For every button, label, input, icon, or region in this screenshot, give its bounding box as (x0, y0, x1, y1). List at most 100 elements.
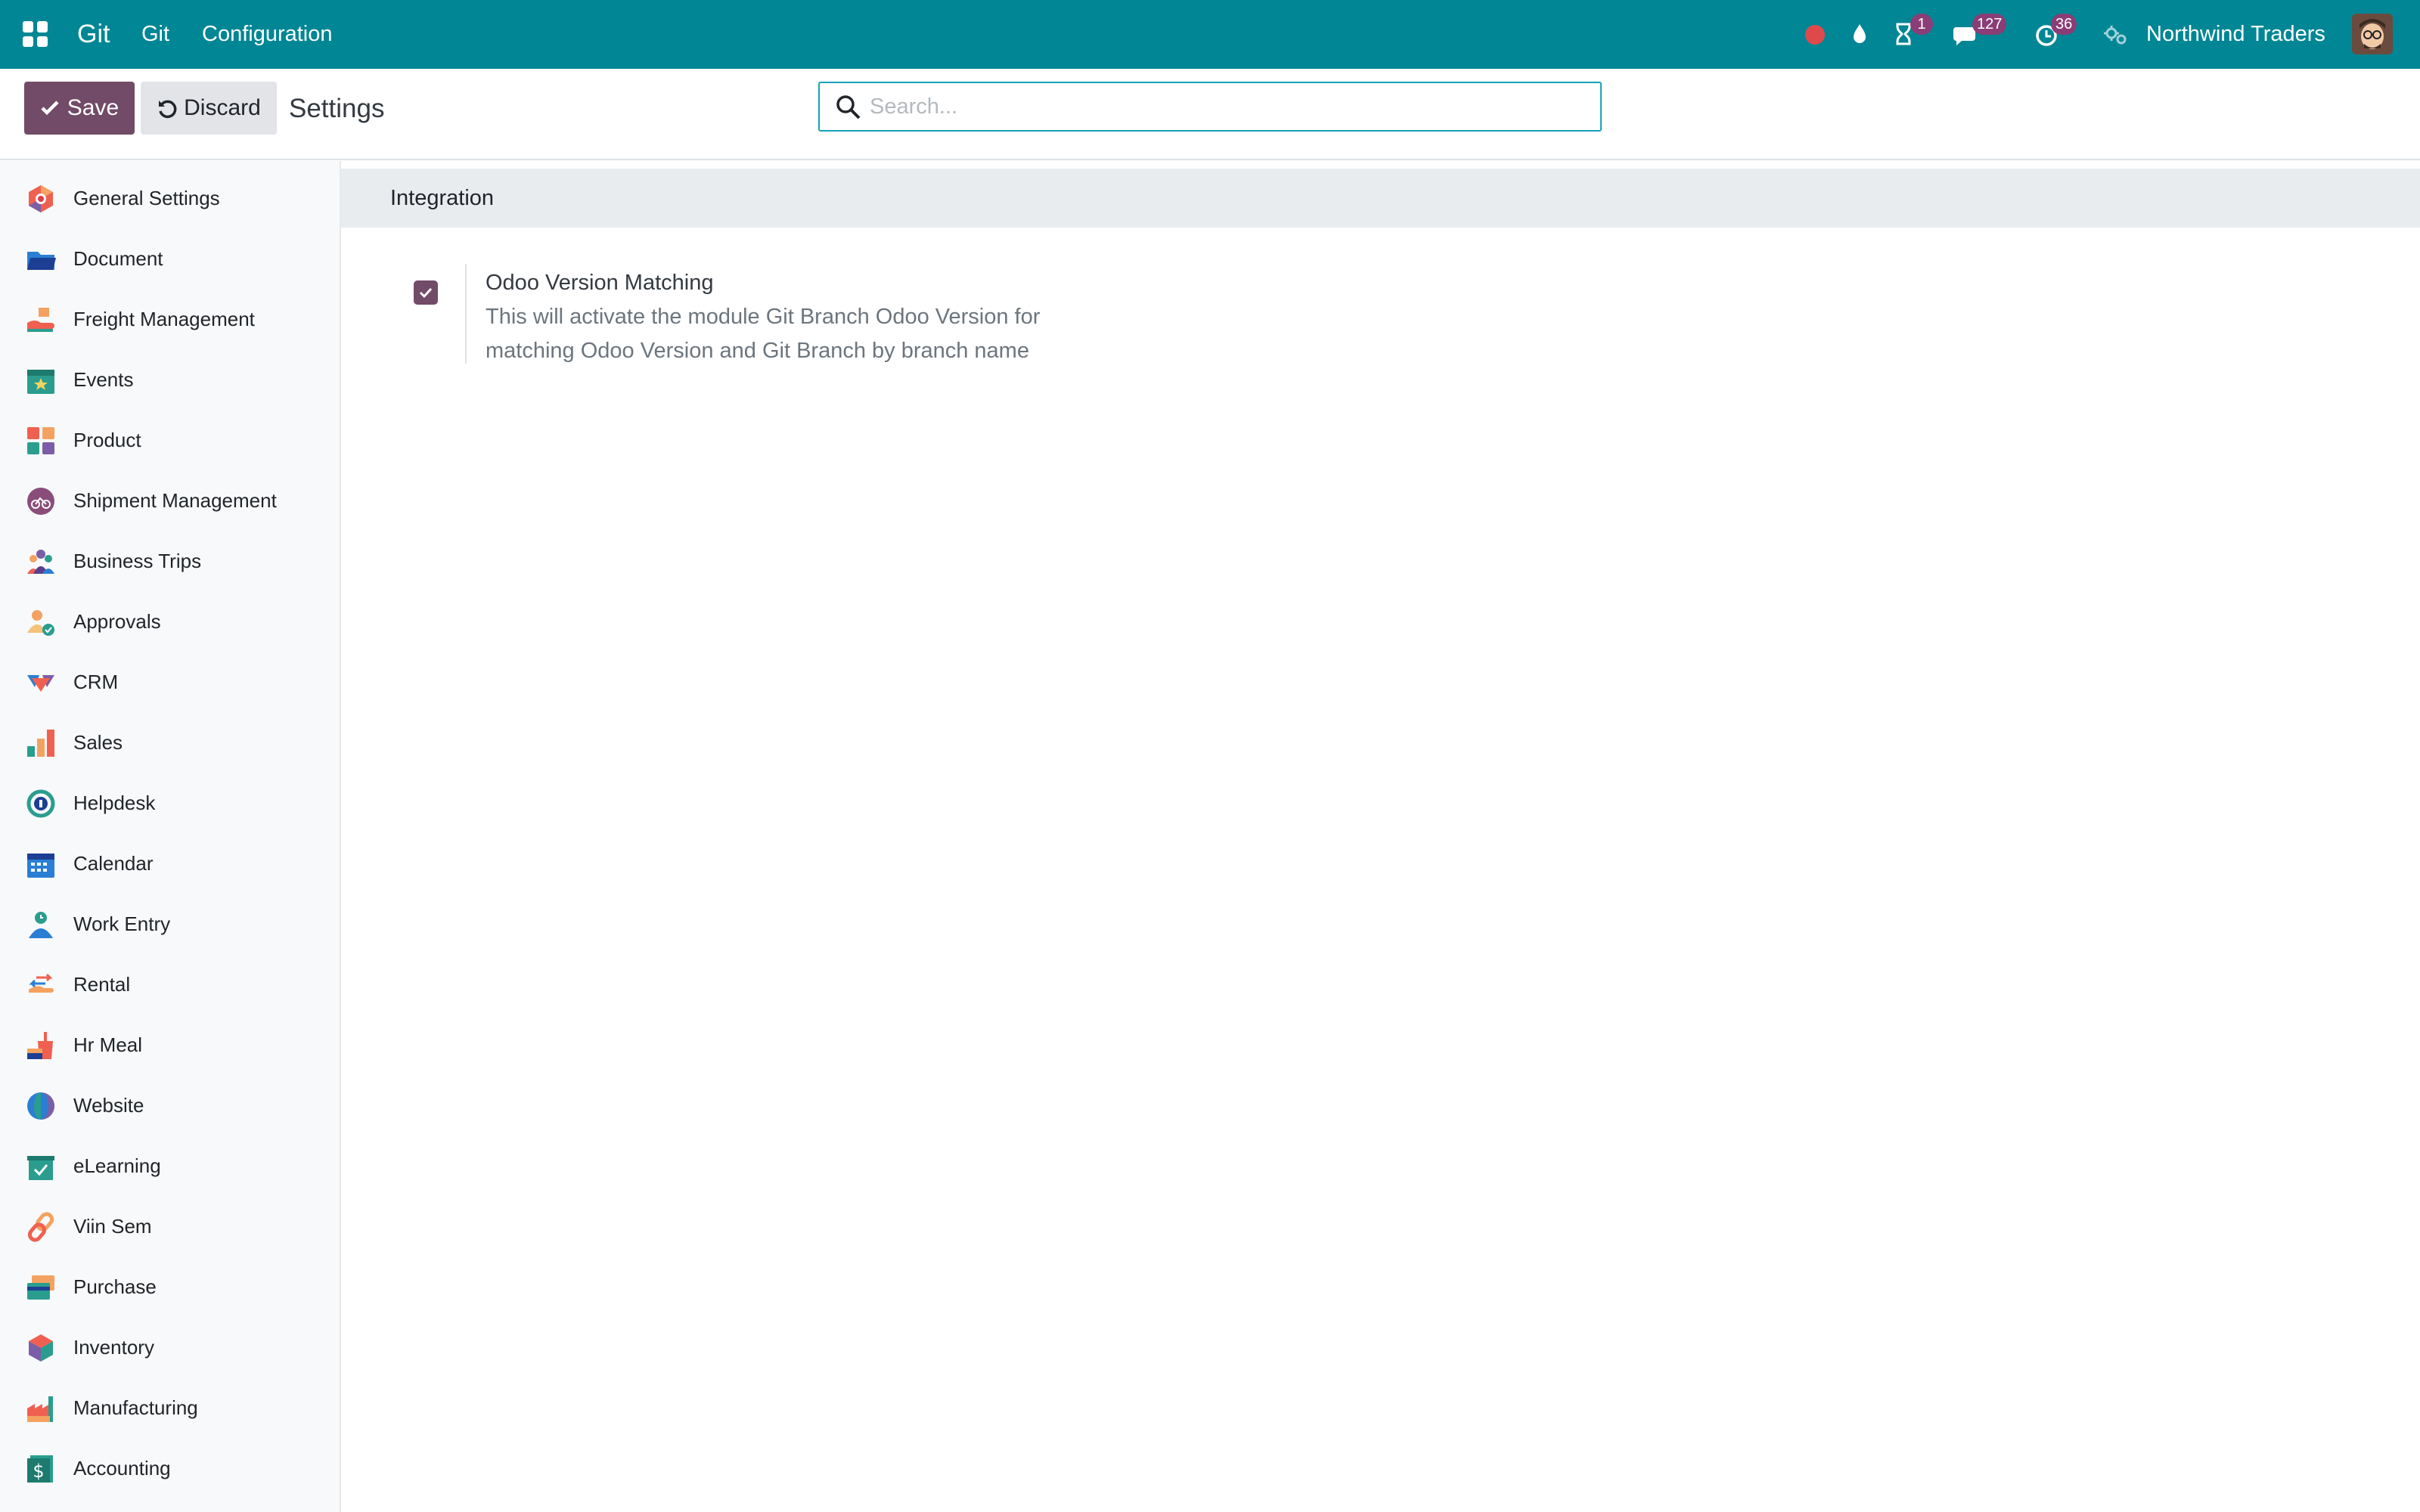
menu-configuration[interactable]: Configuration (202, 18, 333, 50)
sidebar-item-label: Work Entry (73, 912, 171, 935)
sidebar-item-label: Business Trips (73, 550, 202, 572)
user-avatar[interactable] (2352, 14, 2393, 54)
sidebar-item-label: Events (73, 368, 134, 391)
top-navbar: Git Git Configuration 1 127 36 Northwind… (0, 0, 2420, 69)
company-switcher[interactable]: Northwind Traders (2146, 18, 2325, 50)
sidebar-item-general-settings[interactable]: General Settings (0, 173, 340, 222)
discard-button[interactable]: Discard (141, 82, 277, 135)
sidebar-item-helpdesk[interactable]: Helpdesk (0, 778, 340, 826)
sidebar-item-label: Accounting (73, 1457, 171, 1479)
sidebar-item-label: Product (73, 429, 141, 451)
credit-card-icon (27, 1275, 54, 1300)
sidebar-item-sales[interactable]: Sales (0, 717, 340, 766)
sidebar-item-label: Hr Meal (73, 1033, 143, 1056)
link-icon (27, 1212, 54, 1242)
sidebar-item-label: Manufacturing (73, 1396, 198, 1419)
menu-git[interactable]: Git (141, 18, 169, 50)
general-settings-icon (29, 185, 53, 212)
section-header: Integration (341, 169, 2420, 228)
dollar-doc-icon: $ (27, 1455, 53, 1483)
freight-icon (27, 308, 54, 332)
sidebar-item-label: Viin Sem (73, 1215, 152, 1238)
apps-grid-icon[interactable] (23, 21, 48, 47)
sidebar-item-label: Document (73, 247, 163, 270)
calendar-icon (27, 854, 54, 878)
setting-description: This will activate the module Git Branch… (486, 300, 1166, 368)
drop-icon[interactable] (1847, 17, 1872, 51)
undo-icon (159, 100, 177, 119)
sidebar-item-label: CRM (73, 671, 119, 693)
sidebar-item-shipment-management[interactable]: Shipment Management (0, 476, 340, 524)
folder-icon (27, 252, 56, 270)
setting-description-line: This will activate the module Git Branch… (486, 305, 1041, 329)
search-input[interactable] (870, 89, 1588, 124)
activity-count-badge: 1 (1910, 14, 1933, 35)
odoo-version-matching-checkbox[interactable] (414, 280, 438, 305)
sidebar-item-label: Purchase (73, 1275, 157, 1298)
save-button[interactable]: Save (24, 82, 135, 135)
sidebar-item-viin-sem[interactable]: Viin Sem (0, 1201, 340, 1250)
search-icon (836, 95, 861, 119)
sidebar-item-accounting[interactable]: $ Accounting (0, 1443, 340, 1492)
sidebar-item-events[interactable]: Events (0, 355, 340, 403)
bike-icon (27, 488, 54, 515)
sidebar-item-work-entry[interactable]: Work Entry (0, 899, 340, 947)
factory-icon (27, 1396, 53, 1422)
sidebar-item-elearning[interactable]: eLearning (0, 1141, 340, 1189)
sidebar-item-business-trips[interactable]: Business Trips (0, 536, 340, 584)
people-icon (27, 550, 54, 574)
sidebar-item-label: Inventory (73, 1336, 154, 1359)
sidebar-item-calendar[interactable]: Calendar (0, 838, 340, 887)
sidebar-item-approvals[interactable]: Approvals (0, 596, 340, 645)
sidebar-item-label: Website (73, 1094, 144, 1117)
sidebar-item-label: Sales (73, 731, 123, 754)
user-check-icon (27, 610, 54, 636)
timer-clock-icon[interactable]: 36 (2033, 14, 2077, 51)
headset-icon (26, 789, 55, 818)
sidebar-item-freight-management[interactable]: Freight Management (0, 294, 340, 342)
sidebar-item-purchase[interactable]: Purchase (0, 1262, 340, 1310)
checkmark-icon (419, 287, 433, 299)
record-status-icon[interactable] (1805, 25, 1825, 45)
sidebar-item-label: Freight Management (73, 308, 255, 330)
elearning-box-icon (27, 1156, 54, 1180)
settings-content: Integration Odoo Version Matching This w… (341, 161, 2420, 1512)
cube-icon (29, 1334, 53, 1362)
user-clock-icon (29, 912, 53, 938)
sidebar-item-crm[interactable]: CRM (0, 657, 340, 705)
svg-text:$: $ (33, 1461, 44, 1482)
search-box[interactable] (818, 82, 1602, 132)
sidebar-item-document[interactable]: Document (0, 234, 340, 282)
handshake-icon (27, 675, 54, 692)
bar-chart-icon (27, 730, 54, 757)
app-brand[interactable]: Git (77, 17, 110, 51)
meal-icon (27, 1032, 53, 1059)
messages-chat-icon[interactable]: 127 (1951, 14, 2007, 51)
debug-gears-icon[interactable] (2101, 17, 2131, 51)
sidebar-item-label: General Settings (73, 187, 220, 209)
setting-odoo-version-matching: Odoo Version Matching This will activate… (341, 264, 1400, 370)
sidebar-item-inventory[interactable]: Inventory (0, 1322, 340, 1371)
sidebar-item-label: Rental (73, 973, 131, 996)
sidebar-item-label: Shipment Management (73, 489, 277, 512)
setting-description-line: matching Odoo Version and Git Branch by … (486, 339, 1029, 363)
page-title: Settings (289, 94, 385, 123)
settings-sidebar: General Settings Document Freight Manage… (0, 161, 341, 1512)
hand-icon (29, 973, 54, 993)
sidebar-item-label: Approvals (73, 610, 161, 633)
sidebar-item-hr-meal[interactable]: Hr Meal (0, 1020, 340, 1068)
sidebar-item-product[interactable]: Product (0, 415, 340, 463)
sidebar-item-website[interactable]: Website (0, 1080, 340, 1129)
save-button-label: Save (67, 95, 119, 120)
control-panel: Save Discard Settings (0, 69, 2420, 160)
check-icon (41, 101, 59, 116)
sidebar-item-manufacturing[interactable]: Manufacturing (0, 1383, 340, 1431)
globe-icon (27, 1092, 54, 1120)
sidebar-item-label: Helpdesk (73, 792, 156, 814)
product-blocks-icon (27, 427, 54, 454)
sidebar-item-label: eLearning (73, 1154, 161, 1177)
activity-hourglass-icon[interactable]: 1 (1891, 14, 1933, 51)
sidebar-item-rental[interactable]: Rental (0, 959, 340, 1008)
sidebar-item-label: Calendar (73, 852, 154, 875)
setting-divider (465, 264, 467, 364)
